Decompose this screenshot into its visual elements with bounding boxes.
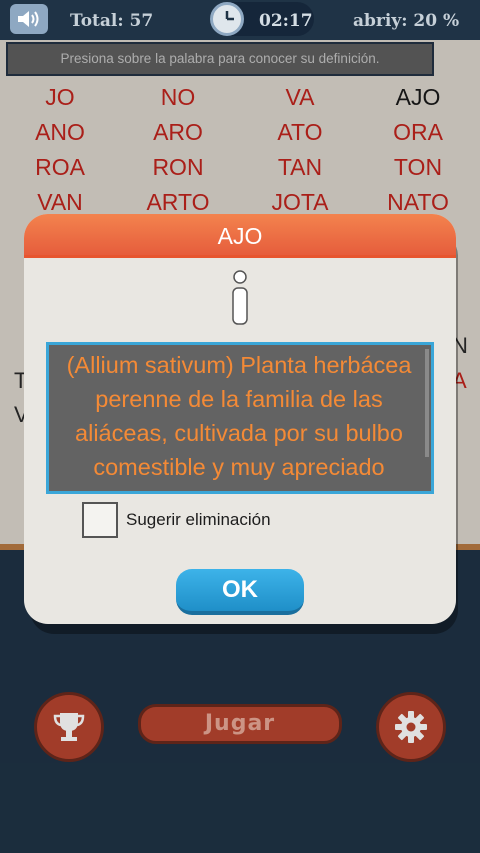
top-bar: Total: 57 02:17 abriy: 20 % bbox=[0, 0, 480, 40]
ok-button[interactable]: OK bbox=[176, 569, 304, 615]
definition-dialog: AJO (Allium sativum) Planta herbácea per… bbox=[24, 214, 456, 624]
total-count: Total: 57 bbox=[70, 11, 154, 31]
definition-text: (Allium sativum) Planta herbácea perenne… bbox=[66, 352, 412, 480]
dialog-title: AJO bbox=[217, 223, 263, 249]
scrollbar[interactable] bbox=[425, 349, 429, 457]
clock-icon bbox=[210, 2, 244, 36]
time-display: 02:17 bbox=[259, 11, 313, 31]
sound-button[interactable] bbox=[10, 4, 48, 34]
speaker-icon bbox=[18, 11, 39, 27]
timer: 02:17 bbox=[210, 2, 314, 36]
progress-percent: abriy: 20 % bbox=[353, 11, 460, 31]
suggest-removal-label: Sugerir eliminación bbox=[126, 510, 271, 529]
dialog-header: AJO bbox=[24, 214, 456, 258]
suggest-removal-checkbox[interactable] bbox=[82, 502, 118, 538]
definition-box[interactable]: (Allium sativum) Planta herbácea perenne… bbox=[46, 342, 434, 494]
info-icon bbox=[224, 270, 256, 326]
